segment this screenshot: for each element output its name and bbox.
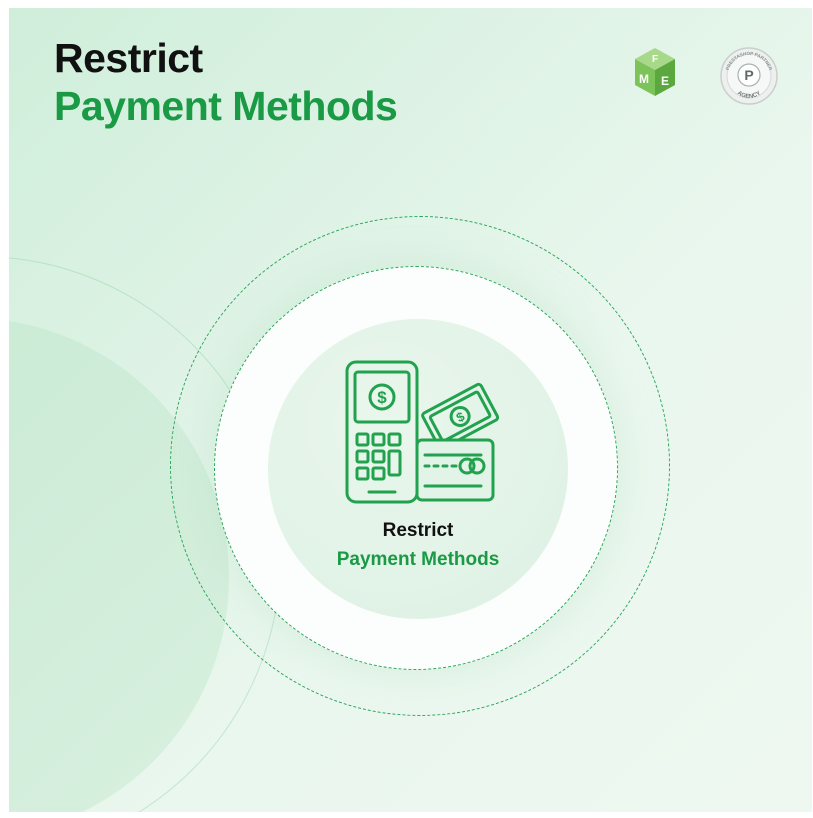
prestashop-partner-badge-icon: PRESTASHOP PARTNER P AGENCY	[720, 47, 778, 105]
title-line-restrict: Restrict	[54, 35, 203, 81]
svg-text:$: $	[377, 388, 387, 407]
caption-line-restrict: Restrict	[382, 520, 454, 541]
fme-letter-e: E	[661, 74, 669, 88]
center-caption: Restrict Payment Methods	[268, 516, 568, 574]
banner-canvas: Restrict Payment Methods F M E PRESTASHO…	[9, 8, 812, 812]
payment-terminal-icon: $ $	[345, 360, 499, 504]
title-line-payment-methods: Payment Methods	[54, 83, 398, 129]
page-title: Restrict Payment Methods	[54, 34, 398, 130]
fme-letter-m: M	[639, 72, 649, 86]
fme-logo-icon: F M E	[635, 48, 675, 96]
fme-letter-f: F	[652, 54, 658, 65]
badge-letter: P	[744, 67, 753, 83]
caption-line-payment-methods: Payment Methods	[336, 549, 500, 570]
